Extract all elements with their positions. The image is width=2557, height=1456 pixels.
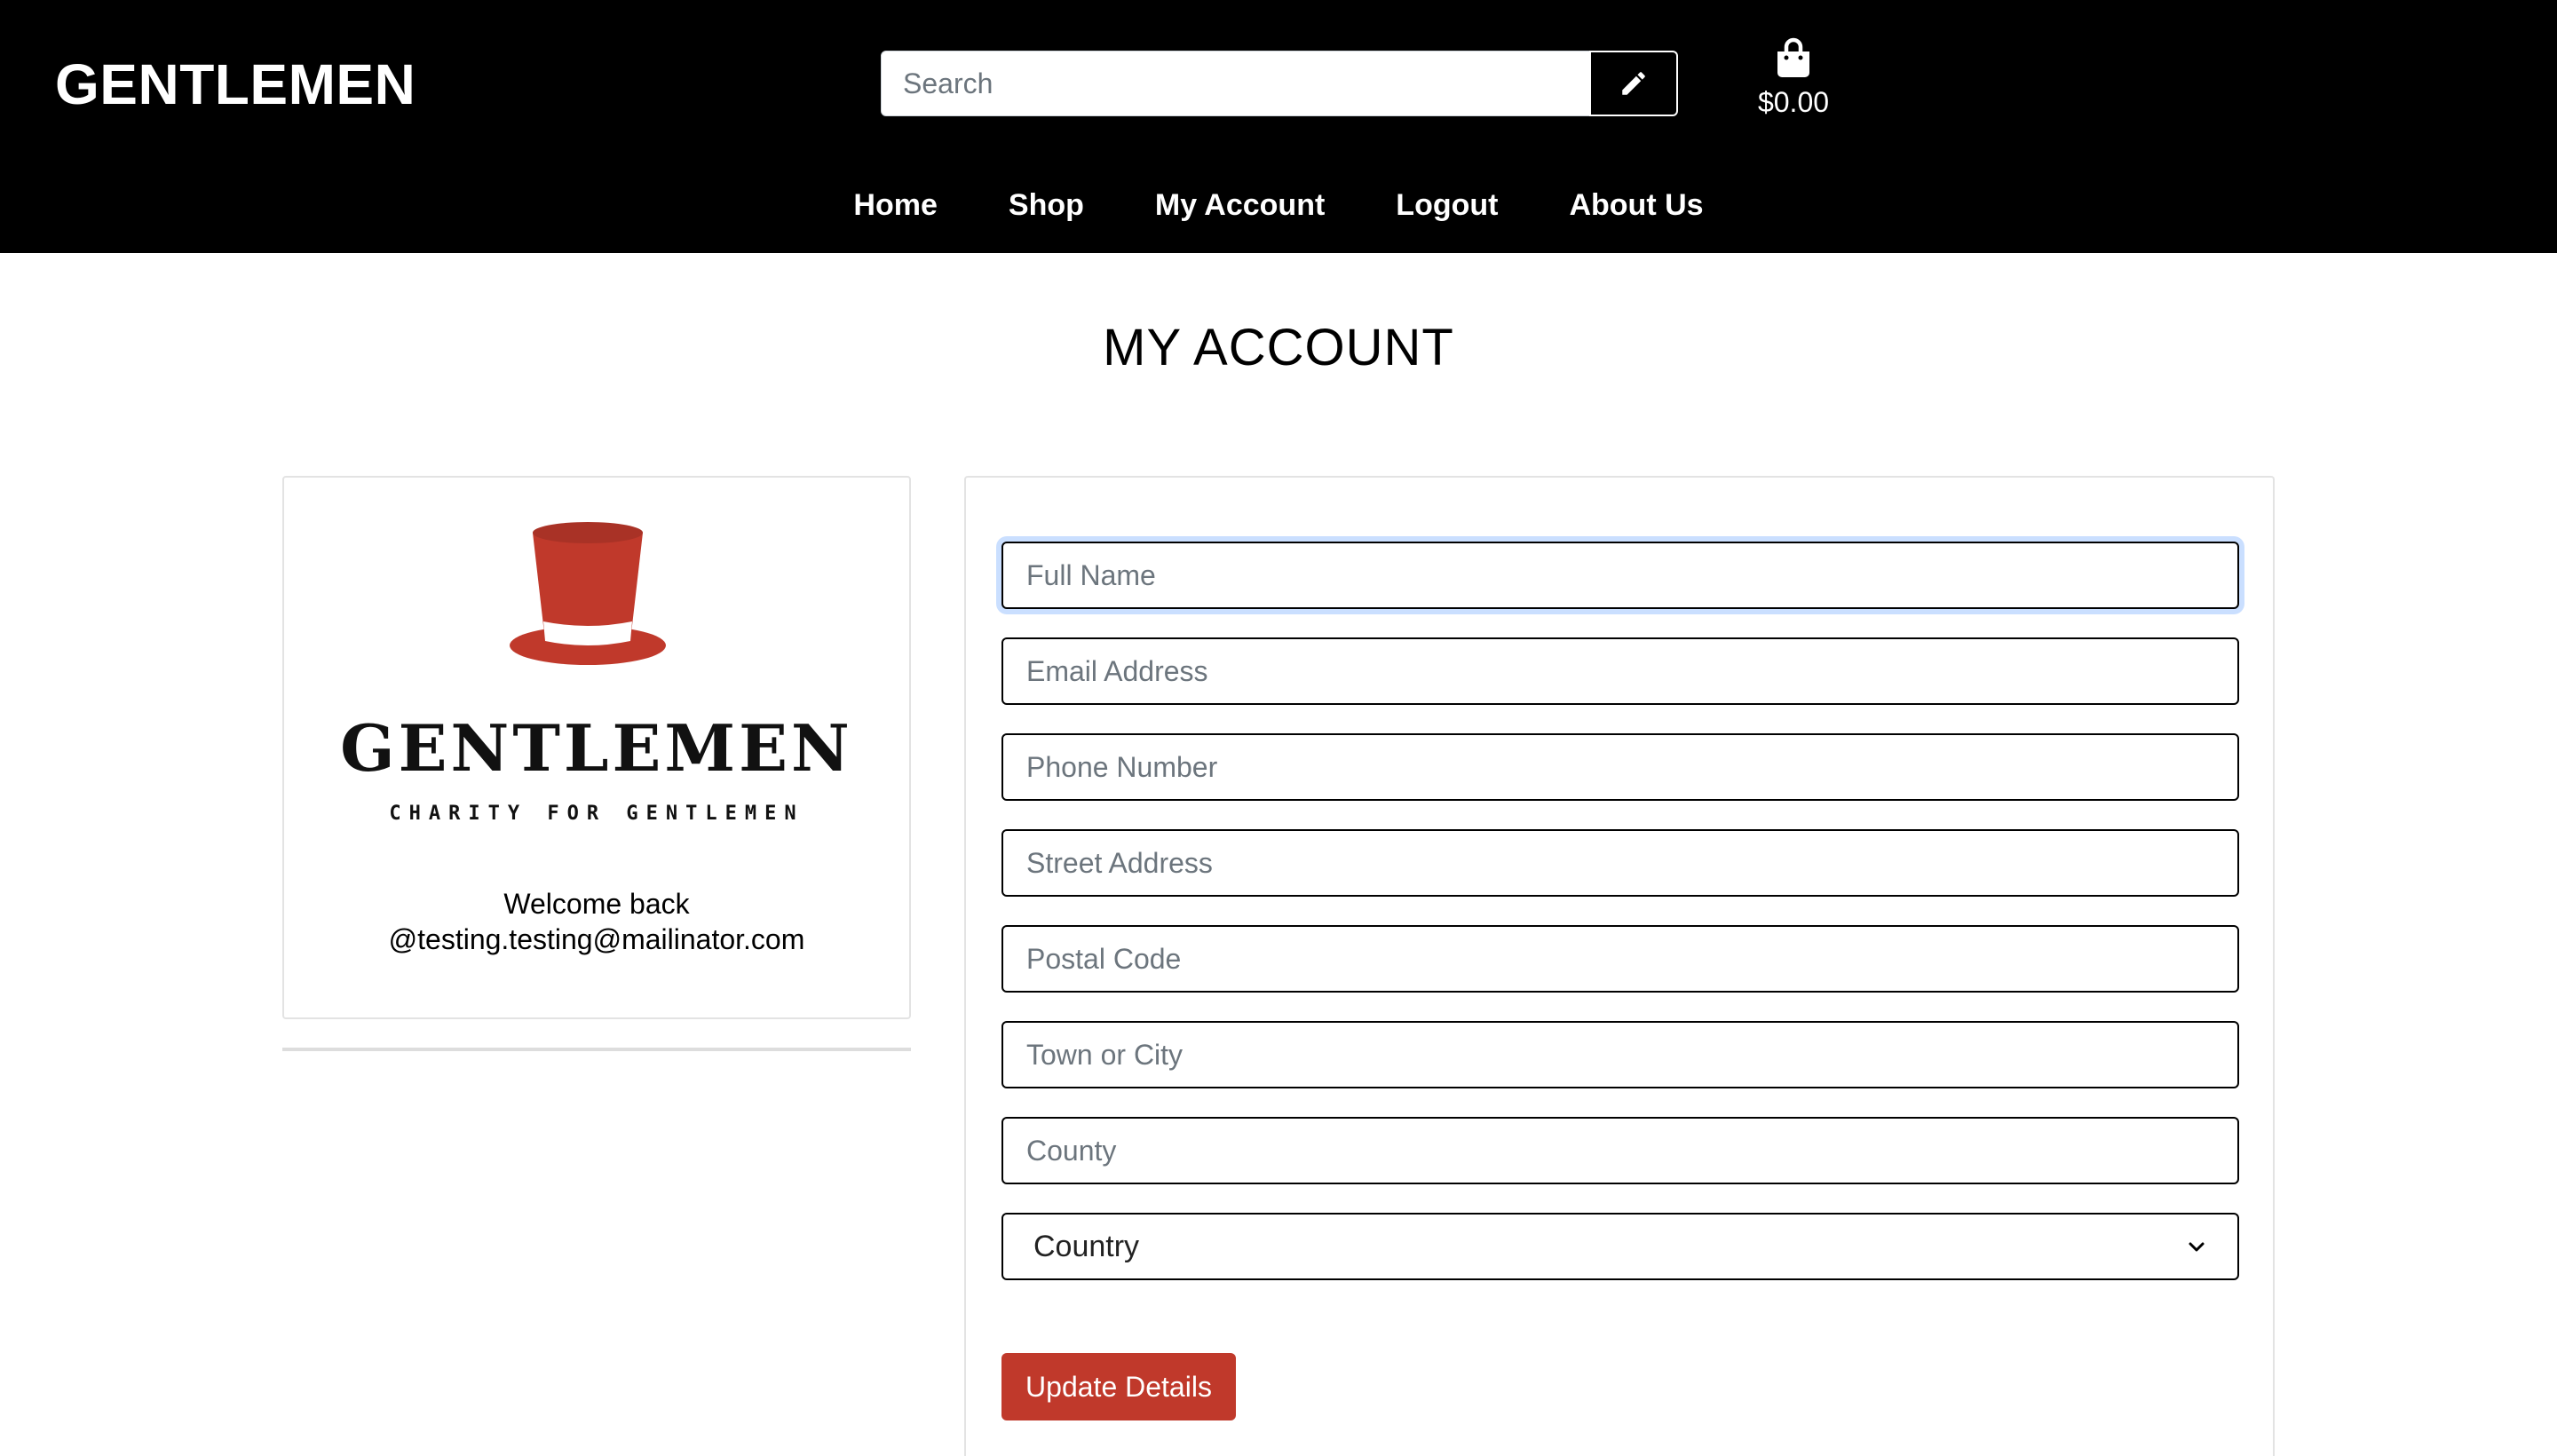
postal-code-field[interactable]: [1001, 925, 2239, 993]
account-details-form: Country Update Details: [964, 476, 2275, 1456]
street-address-field[interactable]: [1001, 829, 2239, 897]
welcome-email: @testing.testing@mailinator.com: [388, 923, 805, 955]
nav-item-home[interactable]: Home: [818, 174, 972, 236]
shopping-bag-icon: [1777, 37, 1809, 77]
county-field[interactable]: [1001, 1117, 2239, 1184]
divider: [282, 1048, 911, 1051]
email-field[interactable]: [1001, 637, 2239, 705]
search-button[interactable]: [1589, 51, 1678, 116]
update-details-button[interactable]: Update Details: [1001, 1353, 1236, 1420]
logo-wordmark: GENTLEMEN: [340, 710, 853, 786]
cart-link[interactable]: $0.00: [1740, 37, 1847, 126]
search-form: [881, 51, 1678, 116]
pencil-icon: [1622, 72, 1645, 95]
profile-card: GENTLEMEN CHARITY FOR GENTLEMEN Welcome …: [282, 476, 911, 1019]
welcome-message: Welcome back @testing.testing@mailinator…: [284, 886, 909, 957]
search-input[interactable]: [881, 51, 1591, 116]
chevron-down-icon: [2189, 1242, 2205, 1252]
cart-total: $0.00: [1757, 86, 1830, 118]
logo-tagline: CHARITY FOR GENTLEMEN: [389, 803, 804, 825]
phone-field[interactable]: [1001, 733, 2239, 801]
nav-item-logout[interactable]: Logout: [1360, 174, 1533, 236]
town-or-city-field[interactable]: [1001, 1021, 2239, 1088]
country-select[interactable]: Country: [1001, 1213, 2239, 1280]
country-select-value: Country: [1033, 1229, 1140, 1263]
nav-item-about-us[interactable]: About Us: [1533, 174, 1738, 236]
site-header: GENTLEMEN $0.00 Home Shop My Account Log…: [0, 0, 2557, 253]
brand-logo-link[interactable]: GENTLEMEN: [55, 46, 416, 123]
welcome-greeting: Welcome back: [503, 888, 690, 920]
nav-item-my-account[interactable]: My Account: [1120, 174, 1360, 236]
nav-item-shop[interactable]: Shop: [973, 174, 1120, 236]
full-name-field[interactable]: [1001, 542, 2239, 609]
main-nav: Home Shop My Account Logout About Us: [0, 174, 2557, 236]
page-title: MY ACCOUNT: [1103, 319, 1454, 376]
top-hat-icon: [510, 522, 666, 665]
